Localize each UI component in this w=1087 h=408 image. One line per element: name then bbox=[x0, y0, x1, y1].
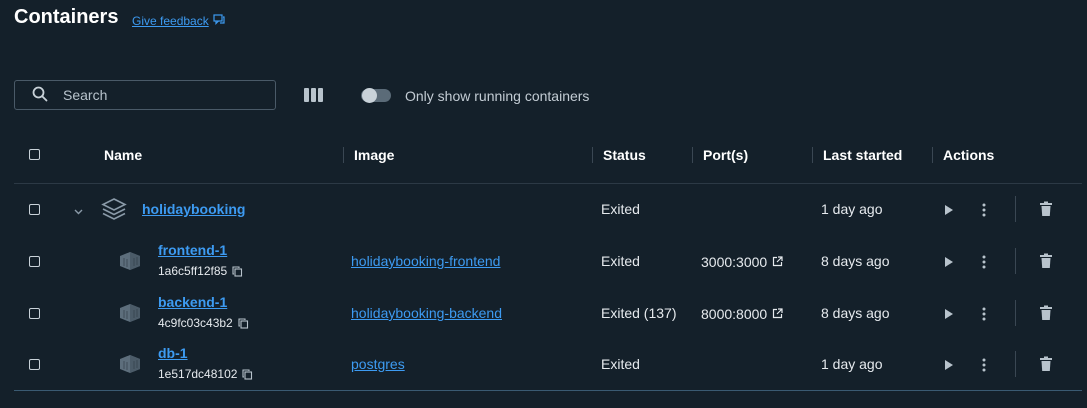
image-link[interactable]: postgres bbox=[351, 356, 405, 372]
play-icon[interactable] bbox=[943, 358, 955, 372]
column-divider bbox=[932, 147, 933, 163]
header-divider bbox=[14, 183, 1082, 184]
container-id-text: 1a6c5ff12f85 bbox=[158, 264, 228, 278]
more-vertical-icon[interactable] bbox=[978, 202, 990, 218]
trash-icon[interactable] bbox=[1039, 305, 1053, 321]
column-header-actions: Actions bbox=[943, 147, 995, 163]
container-name-link[interactable]: db-1 bbox=[158, 345, 188, 361]
more-vertical-icon[interactable] bbox=[978, 306, 990, 322]
status-text: Exited (137) bbox=[601, 305, 677, 321]
last-started-text: 8 days ago bbox=[821, 305, 890, 321]
column-header-last-started[interactable]: Last started bbox=[823, 147, 902, 163]
copy-icon[interactable] bbox=[242, 368, 253, 380]
port-text: 3000:3000 bbox=[701, 254, 768, 270]
image-link[interactable]: holidaybooking-frontend bbox=[351, 253, 500, 269]
container-id: 1a6c5ff12f85 bbox=[158, 264, 243, 278]
row-checkbox[interactable] bbox=[29, 256, 40, 267]
play-icon[interactable] bbox=[943, 307, 955, 321]
container-icon bbox=[117, 352, 143, 379]
status-text: Exited bbox=[601, 253, 640, 269]
search-input[interactable] bbox=[61, 86, 265, 104]
actions-divider bbox=[1015, 196, 1016, 222]
port-link[interactable]: 3000:3000 bbox=[701, 254, 783, 270]
column-divider bbox=[692, 147, 693, 163]
copy-icon[interactable] bbox=[238, 317, 249, 329]
container-icon bbox=[117, 249, 143, 276]
column-header-ports[interactable]: Port(s) bbox=[703, 147, 748, 163]
trash-icon[interactable] bbox=[1039, 201, 1053, 217]
give-feedback-link[interactable]: Give feedback bbox=[132, 13, 225, 28]
column-header-name[interactable]: Name bbox=[104, 147, 142, 163]
external-link-icon bbox=[772, 254, 783, 270]
container-id: 1e517dc48102 bbox=[158, 367, 253, 381]
play-icon[interactable] bbox=[943, 203, 955, 217]
column-divider bbox=[343, 147, 344, 163]
container-id: 4c9fc03c43b2 bbox=[158, 316, 249, 330]
stack-icon bbox=[101, 197, 127, 224]
image-link[interactable]: holidaybooking-backend bbox=[351, 305, 502, 321]
select-all-checkbox[interactable] bbox=[29, 149, 40, 160]
port-link[interactable]: 8000:8000 bbox=[701, 306, 783, 322]
column-divider bbox=[812, 147, 813, 163]
row-checkbox[interactable] bbox=[29, 359, 40, 370]
row-checkbox[interactable] bbox=[29, 204, 40, 215]
status-text: Exited bbox=[601, 356, 640, 372]
row-checkbox[interactable] bbox=[29, 308, 40, 319]
column-header-image[interactable]: Image bbox=[354, 147, 394, 163]
play-icon[interactable] bbox=[943, 255, 955, 269]
container-name-link[interactable]: frontend-1 bbox=[158, 242, 227, 258]
toggle-knob bbox=[362, 88, 377, 103]
trash-icon[interactable] bbox=[1039, 253, 1053, 269]
give-feedback-label: Give feedback bbox=[132, 13, 209, 28]
search-box[interactable] bbox=[14, 80, 276, 110]
column-header-status[interactable]: Status bbox=[603, 147, 646, 163]
feedback-icon bbox=[213, 13, 225, 28]
more-vertical-icon[interactable] bbox=[978, 254, 990, 270]
port-text: 8000:8000 bbox=[701, 306, 768, 322]
actions-divider bbox=[1015, 351, 1016, 377]
trash-icon[interactable] bbox=[1039, 356, 1053, 372]
chevron-down-icon[interactable] bbox=[73, 204, 84, 220]
last-started-text: 1 day ago bbox=[821, 356, 883, 372]
page-title: Containers bbox=[14, 6, 119, 28]
copy-icon[interactable] bbox=[232, 265, 243, 277]
container-id-text: 4c9fc03c43b2 bbox=[158, 316, 233, 330]
search-icon bbox=[15, 85, 49, 106]
status-text: Exited bbox=[601, 201, 640, 217]
running-only-label: Only show running containers bbox=[405, 88, 590, 104]
container-id-text: 1e517dc48102 bbox=[158, 367, 238, 381]
actions-divider bbox=[1015, 248, 1016, 274]
last-started-text: 8 days ago bbox=[821, 253, 890, 269]
last-started-text: 1 day ago bbox=[821, 201, 883, 217]
columns-icon[interactable] bbox=[304, 88, 324, 102]
external-link-icon bbox=[772, 306, 783, 322]
table-bottom-border bbox=[14, 390, 1082, 391]
group-name-link[interactable]: holidaybooking bbox=[142, 201, 245, 217]
container-name-link[interactable]: backend-1 bbox=[158, 294, 227, 310]
column-divider bbox=[592, 147, 593, 163]
container-icon bbox=[117, 301, 143, 328]
running-only-toggle[interactable] bbox=[361, 88, 391, 103]
actions-divider bbox=[1015, 300, 1016, 326]
more-vertical-icon[interactable] bbox=[978, 357, 990, 373]
